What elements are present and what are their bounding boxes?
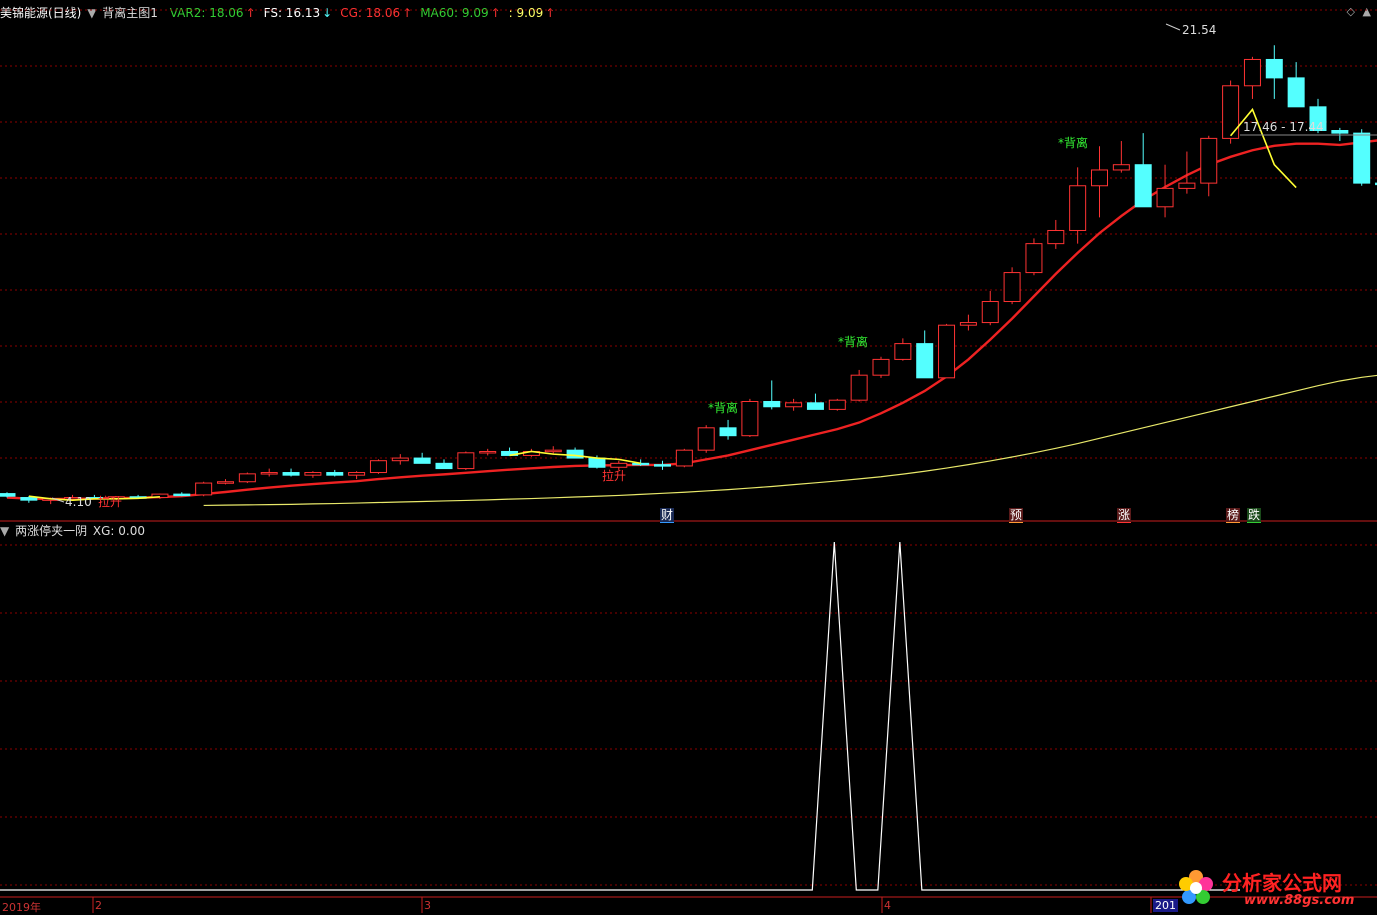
candle <box>0 493 16 497</box>
candle <box>675 449 693 467</box>
candle <box>1025 243 1043 274</box>
candle <box>238 473 256 483</box>
candle <box>981 301 999 324</box>
candle <box>741 400 759 437</box>
candle <box>763 400 781 408</box>
xg-line <box>0 541 1240 891</box>
x-axis-label: 3 <box>424 899 431 912</box>
candle <box>20 497 38 501</box>
candle <box>1222 85 1240 139</box>
candle <box>959 322 977 326</box>
candle <box>457 452 475 470</box>
candle <box>938 324 956 379</box>
high-pointer <box>1165 23 1181 31</box>
candle <box>544 449 562 453</box>
candle <box>195 482 213 496</box>
candle <box>1265 58 1283 79</box>
candle <box>632 462 650 466</box>
candle <box>654 464 671 467</box>
candle <box>1331 130 1349 134</box>
kline-chart[interactable]: 21.544.1017.46 - 17.44*背离*背离*背离拉升拉升 <box>0 0 1377 913</box>
candle <box>1091 169 1108 187</box>
low-price-label: 4.10 <box>65 495 92 509</box>
event-tag[interactable]: 财 <box>660 508 675 523</box>
flower-logo-icon <box>1179 870 1213 904</box>
divergence-label: *背离 <box>1058 135 1088 150</box>
candle <box>719 427 737 437</box>
candle <box>785 402 803 408</box>
event-tag[interactable]: 涨 <box>1117 508 1132 523</box>
candle <box>610 462 628 468</box>
candle <box>1200 137 1218 184</box>
candle <box>828 399 846 410</box>
ma60-line <box>203 374 1377 507</box>
candle <box>391 457 409 462</box>
candle <box>173 493 191 497</box>
candle <box>697 427 715 451</box>
candle <box>1287 77 1305 108</box>
site-logo: 分析家公式网 www.88gs.com <box>1174 861 1369 911</box>
candle <box>1047 229 1065 245</box>
candle <box>435 462 453 470</box>
candle <box>1353 132 1371 184</box>
candle <box>479 450 497 454</box>
logo-title: 分析家公式网 <box>1222 871 1342 895</box>
divergence-label: *背离 <box>838 334 868 349</box>
candle <box>894 343 912 360</box>
candle <box>1112 164 1130 171</box>
candle <box>1243 58 1261 87</box>
candle <box>217 481 234 484</box>
candle <box>282 472 300 476</box>
candle <box>1003 272 1021 303</box>
candle <box>1156 187 1174 208</box>
candle <box>872 358 890 376</box>
event-tag[interactable]: 跌 <box>1247 508 1262 523</box>
candle <box>369 460 387 474</box>
candle <box>1134 164 1152 208</box>
candle <box>304 472 322 476</box>
candle <box>1069 185 1087 231</box>
candle <box>326 472 344 476</box>
candle <box>413 457 431 464</box>
last-price-label: 17.46 - 17.44 <box>1243 120 1324 134</box>
pullup-label: 拉升 <box>602 468 626 483</box>
logo-url[interactable]: www.88gs.com <box>1244 893 1354 908</box>
candle <box>1178 182 1196 189</box>
pullup-label: 拉升 <box>98 494 122 509</box>
event-tag[interactable]: 榜 <box>1226 508 1241 523</box>
high-price-label: 21.54 <box>1182 23 1216 37</box>
event-tag[interactable]: 预 <box>1009 508 1024 523</box>
candle <box>588 457 606 468</box>
x-axis-label: 2 <box>95 899 102 912</box>
candle <box>348 472 366 476</box>
candle <box>806 402 824 410</box>
candle <box>850 374 868 401</box>
divergence-label: *背离 <box>708 400 738 415</box>
candle <box>916 343 934 379</box>
candle <box>260 472 278 475</box>
x-axis-label: 4 <box>884 899 891 912</box>
